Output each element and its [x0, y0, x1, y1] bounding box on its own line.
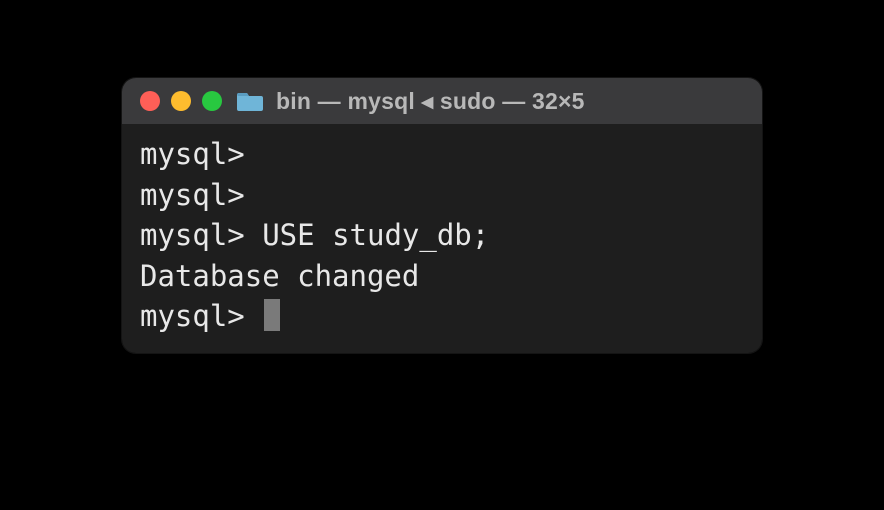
window-title: bin — mysql ◂ sudo — 32×5 [276, 88, 585, 115]
command-text: USE study_db; [245, 218, 489, 252]
prompt: mysql> [140, 178, 245, 212]
terminal-body[interactable]: mysql> mysql> mysql> USE study_db; Datab… [122, 124, 762, 353]
terminal-window: bin — mysql ◂ sudo — 32×5 mysql> mysql> … [122, 78, 762, 353]
close-button[interactable] [140, 91, 160, 111]
prompt: mysql> [140, 218, 245, 252]
folder-icon [237, 91, 263, 111]
prompt: mysql> [140, 137, 245, 171]
terminal-line: Database changed [140, 256, 744, 297]
terminal-line: mysql> [140, 175, 744, 216]
terminal-line: mysql> [140, 296, 744, 337]
output-text: Database changed [140, 259, 419, 293]
terminal-line: mysql> [140, 134, 744, 175]
minimize-button[interactable] [171, 91, 191, 111]
cursor [264, 299, 280, 331]
maximize-button[interactable] [202, 91, 222, 111]
traffic-lights [140, 91, 222, 111]
terminal-line: mysql> USE study_db; [140, 215, 744, 256]
command-text [245, 299, 262, 333]
prompt: mysql> [140, 299, 245, 333]
titlebar[interactable]: bin — mysql ◂ sudo — 32×5 [122, 78, 762, 124]
